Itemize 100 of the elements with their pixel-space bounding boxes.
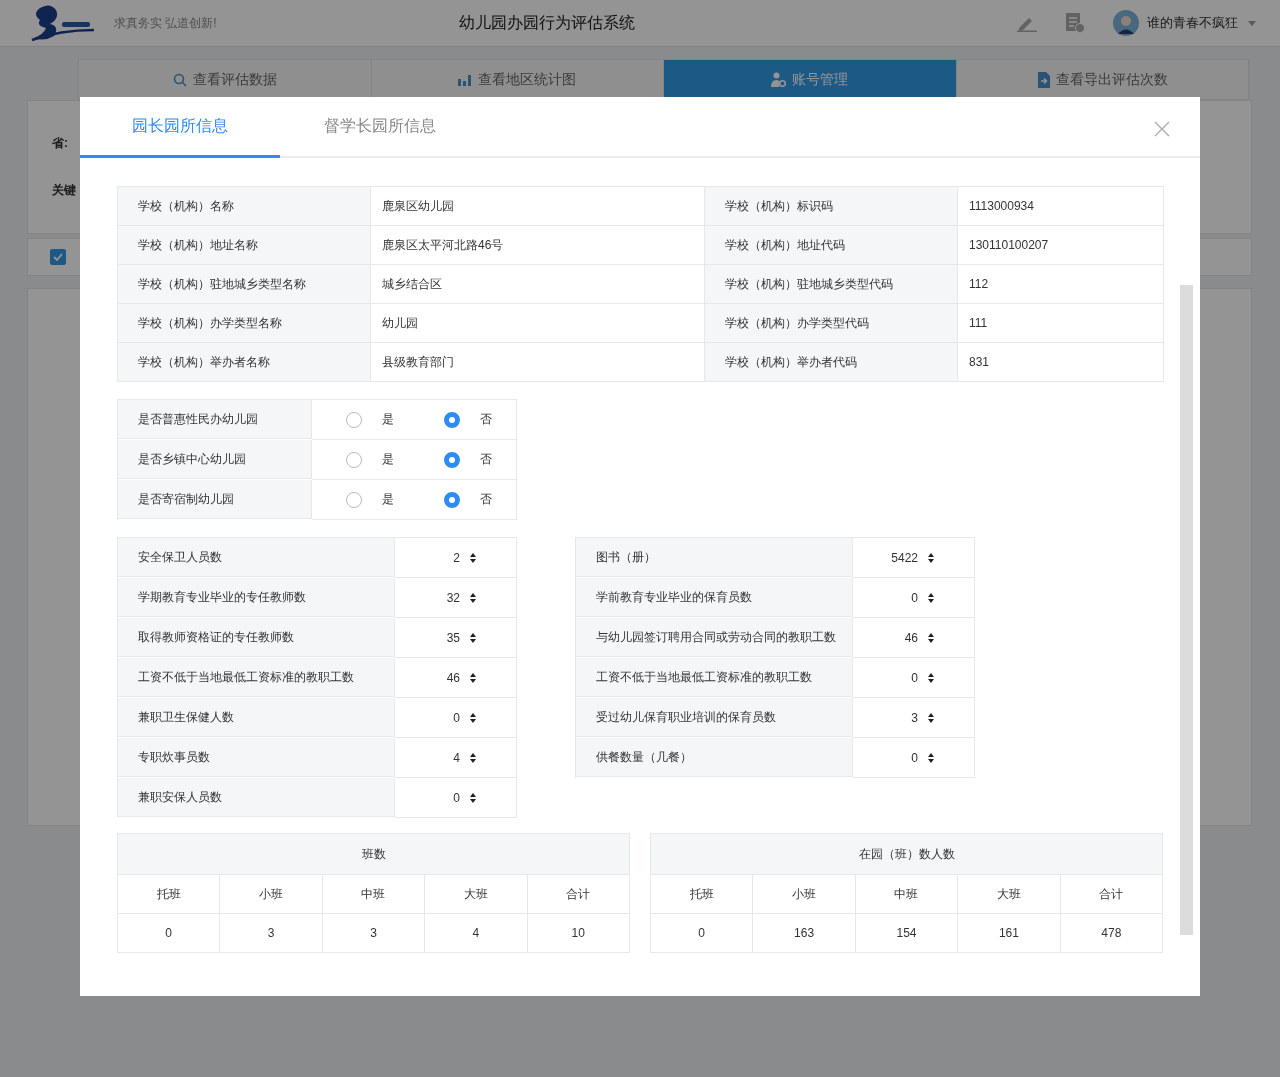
radio-button[interactable] (346, 451, 362, 468)
field-label: 学校（机构）驻地城乡类型代码 (705, 265, 958, 304)
column-header: 中班 (855, 875, 959, 914)
tagline: 求真务实 弘道创新! (114, 14, 217, 32)
radio-button[interactable] (444, 411, 460, 428)
spinner-icon[interactable] (928, 552, 934, 563)
number-input[interactable]: 0 (453, 710, 476, 725)
spinner-icon[interactable] (470, 792, 476, 803)
user-gear-icon (771, 72, 787, 87)
number-input[interactable]: 0 (911, 590, 934, 605)
number-input[interactable]: 0 (911, 750, 934, 765)
field-label: 学校（机构）名称 (118, 187, 371, 226)
field-label: 是否乡镇中心幼儿园 (118, 440, 312, 479)
spinner-icon[interactable] (928, 672, 934, 683)
check-icon[interactable] (53, 253, 63, 261)
number-input[interactable]: 3 (911, 710, 934, 725)
field-label: 工资不低于当地最低工资标准的教职工数 (576, 658, 853, 697)
table-cell: 163 (753, 914, 856, 953)
spinner-icon[interactable] (928, 632, 934, 643)
table-cell: 3 (322, 914, 426, 953)
radio-button[interactable] (444, 451, 460, 468)
option-label[interactable]: 否 (480, 491, 492, 508)
field-value: 县级教育部门 (371, 343, 705, 382)
avatar-icon[interactable] (1113, 10, 1139, 36)
table-cell: 161 (958, 914, 1061, 953)
field-value: 111 (958, 304, 1164, 343)
number-input[interactable]: 0 (453, 790, 476, 805)
field-label: 与幼儿园签订聘用合同或劳动合同的教职工数 (576, 618, 853, 657)
field-label: 学校（机构）办学类型名称 (118, 304, 371, 343)
option-label[interactable]: 是 (382, 491, 394, 508)
spinner-icon[interactable] (470, 632, 476, 643)
field-value: 城乡结合区 (371, 265, 705, 304)
number-input[interactable]: 46 (904, 630, 934, 645)
field-value: 鹿泉区太平河北路46号 (371, 226, 705, 265)
radio-button[interactable] (444, 491, 460, 508)
user-name[interactable]: 谁的青春不疯狂 (1147, 14, 1238, 32)
column-header: 托班 (651, 875, 754, 914)
app-title: 幼儿园办园行为评估系统 (457, 12, 636, 33)
dialog-tab[interactable]: 园长园所信息 (80, 97, 280, 158)
radio-button[interactable] (346, 411, 362, 428)
field-label: 学校（机构）举办者名称 (118, 343, 371, 382)
table-header: 班数 (118, 834, 630, 875)
search-icon (172, 72, 187, 87)
option-label[interactable]: 是 (382, 451, 394, 468)
field-label: 学期教育专业毕业的专任教师数 (118, 578, 395, 617)
spinner-icon[interactable] (470, 672, 476, 683)
spinner-icon[interactable] (470, 552, 476, 563)
field-label: 供餐数量（几餐） (576, 738, 853, 777)
field-label: 学校（机构）办学类型代码 (705, 304, 958, 343)
number-input[interactable]: 0 (911, 670, 934, 685)
radio-button[interactable] (346, 491, 362, 508)
field-label: 学校（机构）标识码 (705, 187, 958, 226)
column-header: 合计 (1060, 875, 1163, 914)
field-label: 学校（机构）驻地城乡类型名称 (118, 265, 371, 304)
table-cell: 154 (855, 914, 959, 953)
column-header: 中班 (322, 875, 426, 914)
field-label: 是否普惠性民办幼儿园 (118, 400, 312, 439)
number-input[interactable]: 46 (446, 670, 476, 685)
field-value: 831 (958, 343, 1164, 382)
option-label[interactable]: 否 (480, 451, 492, 468)
field-label: 学校（机构）地址名称 (118, 226, 371, 265)
field-label: 工资不低于当地最低工资标准的教职工数 (118, 658, 395, 697)
field-label: 关键 (52, 182, 77, 199)
checkbox[interactable] (50, 249, 66, 265)
spinner-icon[interactable] (470, 752, 476, 763)
document-export-icon (1036, 71, 1051, 88)
option-label[interactable]: 否 (480, 411, 492, 428)
field-label: 取得教师资格证的专任教师数 (118, 618, 395, 657)
spinner-icon[interactable] (470, 712, 476, 723)
table-cell: 3 (220, 914, 323, 953)
field-value: 130110100207 (958, 226, 1164, 265)
number-input[interactable]: 5422 (891, 550, 934, 565)
logo-icon (30, 4, 96, 42)
column-header: 小班 (220, 875, 323, 914)
field-label: 是否寄宿制幼儿园 (118, 480, 312, 519)
field-label: 专职炊事员数 (118, 738, 395, 777)
dialog-tab[interactable]: 督学长园所信息 (280, 97, 480, 158)
spinner-icon[interactable] (470, 592, 476, 603)
option-label[interactable]: 是 (382, 411, 394, 428)
number-input[interactable]: 4 (453, 750, 476, 765)
field-value: 1113000934 (958, 187, 1164, 226)
spinner-icon[interactable] (928, 712, 934, 723)
field-value: 鹿泉区幼儿园 (371, 187, 705, 226)
table-cell: 10 (527, 914, 630, 953)
table-cell: 0 (651, 914, 754, 953)
scrollbar[interactable] (1180, 285, 1193, 935)
number-input[interactable]: 2 (453, 550, 476, 565)
field-label: 学前教育专业毕业的保育员数 (576, 578, 853, 617)
field-label: 图书（册） (576, 538, 853, 577)
field-label: 安全保卫人员数 (118, 538, 395, 577)
field-label: 受过幼儿保育职业培训的保育员数 (576, 698, 853, 737)
number-input[interactable]: 35 (446, 630, 476, 645)
field-label: 学校（机构）地址代码 (705, 226, 958, 265)
spinner-icon[interactable] (928, 592, 934, 603)
field-label: 学校（机构）举办者代码 (705, 343, 958, 382)
table-cell: 0 (118, 914, 221, 953)
number-input[interactable]: 32 (446, 590, 476, 605)
spinner-icon[interactable] (928, 752, 934, 763)
field-label: 兼职安保人员数 (118, 778, 395, 817)
field-value: 112 (958, 265, 1164, 304)
